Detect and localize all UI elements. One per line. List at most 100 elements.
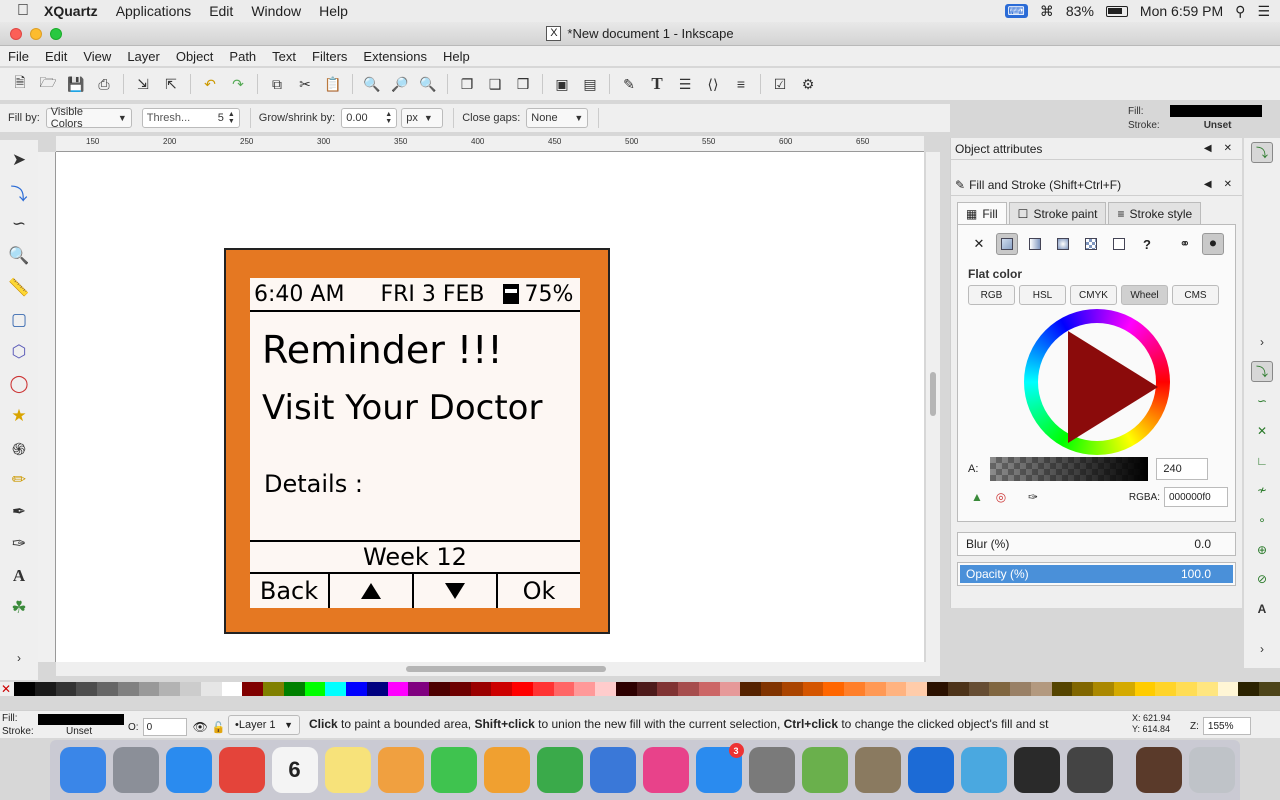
import-icon[interactable]: ⇲ bbox=[132, 73, 154, 95]
pencil-tool-icon[interactable]: ✏ bbox=[5, 466, 33, 494]
save-icon[interactable]: 💾 bbox=[65, 73, 87, 95]
palette-swatch[interactable] bbox=[34, 682, 56, 696]
apple-icon[interactable]:  bbox=[10, 2, 36, 20]
dock-app-itunes[interactable] bbox=[642, 747, 689, 793]
unit-select[interactable]: px ▼ bbox=[401, 108, 444, 128]
zoom-spinbox[interactable]: 155% bbox=[1202, 717, 1251, 735]
horizontal-scroll-thumb[interactable] bbox=[406, 666, 606, 672]
dock-app-finder[interactable] bbox=[59, 747, 106, 793]
palette-swatch[interactable] bbox=[325, 682, 346, 696]
palette-swatch[interactable] bbox=[532, 682, 554, 696]
device-up-button[interactable] bbox=[330, 574, 414, 608]
duplicate-icon[interactable]: ❐ bbox=[456, 73, 478, 95]
palette-swatch[interactable] bbox=[719, 682, 741, 696]
dock-app-app-store[interactable]: 3 bbox=[695, 743, 744, 793]
ellipse-tool-icon[interactable]: ◯ bbox=[5, 370, 33, 398]
palette-swatch[interactable] bbox=[927, 682, 948, 696]
tweak-tool-icon[interactable]: ∽ bbox=[5, 210, 33, 238]
snap-smooth-icon[interactable]: ≁ bbox=[1251, 480, 1273, 501]
color-wheel[interactable] bbox=[1024, 309, 1170, 455]
menu-path[interactable]: Path bbox=[229, 49, 256, 64]
unset-paint-button[interactable]: ? bbox=[1136, 233, 1158, 255]
menu-view[interactable]: View bbox=[83, 49, 111, 64]
vertical-scrollbar[interactable] bbox=[926, 152, 940, 662]
tab-stroke-style[interactable]: ≡ Stroke style bbox=[1108, 202, 1202, 224]
mode-cmyk-button[interactable]: CMYK bbox=[1070, 285, 1117, 305]
wifi-icon[interactable]: ⌘ bbox=[1040, 3, 1054, 20]
pen-tool-icon[interactable]: ✒ bbox=[5, 498, 33, 526]
lock-toggle-icon[interactable]: 🔓 bbox=[212, 721, 226, 734]
spray-tool-icon[interactable]: ☘ bbox=[5, 594, 33, 622]
palette-swatch[interactable] bbox=[221, 682, 243, 696]
palette-swatch[interactable] bbox=[263, 682, 284, 696]
mode-wheel-button[interactable]: Wheel bbox=[1121, 285, 1168, 305]
mode-rgb-button[interactable]: RGB bbox=[968, 285, 1015, 305]
snap-paths-icon[interactable]: ∽ bbox=[1251, 391, 1273, 412]
palette-swatch[interactable] bbox=[1113, 682, 1135, 696]
object-attributes-header[interactable]: Object attributes ◀ ✕ bbox=[951, 138, 1242, 160]
dock-app-teamviewer[interactable] bbox=[907, 747, 954, 793]
snap-nodes-icon[interactable]: ⤵ bbox=[1251, 361, 1273, 383]
dock-app-gimp[interactable] bbox=[854, 747, 901, 793]
palette-swatch[interactable] bbox=[1176, 682, 1197, 696]
palette-swatch[interactable] bbox=[1051, 682, 1073, 696]
mac-menu-window[interactable]: Window bbox=[251, 3, 301, 19]
layers-dialog-icon[interactable]: ☰ bbox=[674, 73, 696, 95]
keyboard-icon[interactable]: ⌨ bbox=[1004, 4, 1028, 18]
palette-swatch[interactable] bbox=[242, 682, 263, 696]
panel-iconify-icon[interactable]: ◀ bbox=[1204, 179, 1212, 190]
opacity-slider[interactable]: Opacity (%) 100.0 bbox=[957, 562, 1236, 586]
dock-app-numbers[interactable] bbox=[536, 747, 583, 793]
flat-color-button[interactable] bbox=[996, 233, 1018, 255]
panel-close-icon[interactable]: ✕ bbox=[1224, 143, 1232, 154]
snap-text-baseline-icon[interactable]: A bbox=[1251, 599, 1273, 620]
rectangle-tool-icon[interactable]: ▢ bbox=[5, 306, 33, 334]
dock-app-inkscape[interactable] bbox=[1013, 747, 1060, 793]
new-document-icon[interactable]: 🗎 bbox=[9, 73, 31, 95]
clone-icon[interactable]: ❑ bbox=[484, 73, 506, 95]
palette-swatch[interactable] bbox=[387, 682, 409, 696]
palette-swatch[interactable] bbox=[76, 682, 97, 696]
unlink-clone-icon[interactable]: ❒ bbox=[512, 73, 534, 95]
text-font-dialog-icon[interactable]: T bbox=[646, 73, 668, 95]
drawing-canvas[interactable]: 6:40 AM FRI 3 FEB 75% Reminder !!! Visit… bbox=[56, 152, 924, 662]
palette-swatch[interactable] bbox=[574, 682, 595, 696]
palette-swatch[interactable] bbox=[1010, 682, 1031, 696]
device-mockup[interactable]: 6:40 AM FRI 3 FEB 75% Reminder !!! Visit… bbox=[224, 248, 610, 634]
minimize-window-button[interactable] bbox=[30, 28, 42, 40]
linear-gradient-button[interactable] bbox=[1024, 233, 1046, 255]
color-managed-icon[interactable]: ▲ bbox=[968, 488, 986, 506]
palette-swatch[interactable] bbox=[906, 682, 927, 696]
mac-menu-applications[interactable]: Applications bbox=[116, 3, 192, 19]
snap-center-icon[interactable]: ⊕ bbox=[1251, 539, 1273, 560]
selector-tool-icon[interactable]: ➤ bbox=[5, 146, 33, 174]
dock-app-document[interactable] bbox=[1136, 747, 1182, 793]
menu-extensions[interactable]: Extensions bbox=[363, 49, 427, 64]
swatch-button[interactable] bbox=[1108, 233, 1130, 255]
palette-swatch[interactable] bbox=[1155, 682, 1176, 696]
style-indicator[interactable]: Fill: Stroke: Unset bbox=[1128, 104, 1268, 134]
horizontal-ruler[interactable]: 150 200 250 300 350 400 450 500 550 600 … bbox=[56, 136, 924, 152]
palette-swatch[interactable] bbox=[138, 682, 160, 696]
mac-menu-app[interactable]: XQuartz bbox=[44, 3, 98, 19]
palette-swatch[interactable] bbox=[366, 682, 388, 696]
panel-iconify-icon[interactable]: ◀ bbox=[1204, 143, 1212, 154]
vertical-ruler[interactable] bbox=[38, 152, 56, 662]
dock-app-system-preferences[interactable] bbox=[748, 747, 795, 793]
text-tool-icon[interactable]: A bbox=[5, 562, 33, 590]
fill-by-select[interactable]: Visible Colors ▼ bbox=[45, 106, 132, 130]
snap-bar-more-icon[interactable]: › bbox=[1251, 638, 1273, 659]
palette-swatch[interactable] bbox=[491, 682, 512, 696]
print-icon[interactable]: ⎙ bbox=[93, 73, 115, 95]
palette-swatch[interactable] bbox=[657, 682, 678, 696]
menu-text[interactable]: Text bbox=[272, 49, 296, 64]
dock-app-facetime[interactable] bbox=[430, 747, 477, 793]
battery-icon[interactable] bbox=[1105, 5, 1128, 17]
fill-rule-evenodd-button[interactable]: ⚭ bbox=[1174, 233, 1196, 255]
dock-app-android-studio[interactable] bbox=[801, 747, 848, 793]
palette-swatch[interactable] bbox=[864, 682, 886, 696]
align-distribute-icon[interactable]: ≡ bbox=[730, 73, 752, 95]
pattern-button[interactable] bbox=[1080, 233, 1102, 255]
palette-swatch[interactable] bbox=[283, 682, 305, 696]
palette-swatch[interactable] bbox=[159, 682, 180, 696]
